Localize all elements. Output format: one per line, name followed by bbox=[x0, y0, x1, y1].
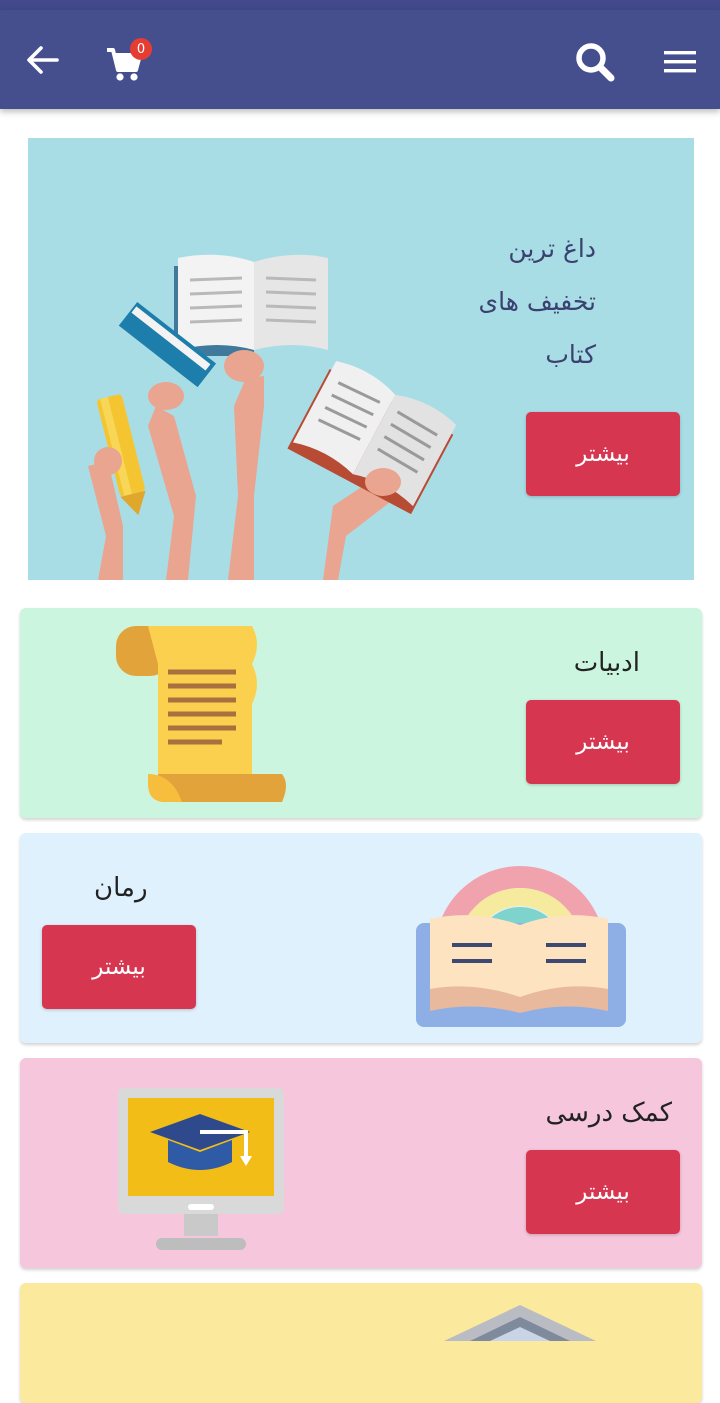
category-more-button[interactable]: بیشتر bbox=[526, 700, 680, 784]
category-card-novel[interactable]: رمان بیشتر bbox=[20, 833, 702, 1043]
cart-button[interactable]: 0 bbox=[100, 36, 152, 86]
search-icon bbox=[576, 43, 615, 82]
category-card-partial[interactable] bbox=[20, 1283, 702, 1403]
house-icon bbox=[444, 1305, 596, 1341]
menu-icon bbox=[664, 51, 696, 73]
cart-count-badge: 0 bbox=[130, 38, 152, 60]
back-button[interactable] bbox=[18, 38, 66, 82]
category-more-button[interactable]: بیشتر bbox=[42, 925, 196, 1009]
hero-more-button[interactable]: بیشتر bbox=[526, 412, 680, 496]
hero-line-3: کتاب bbox=[545, 340, 596, 369]
app-bar: 0 bbox=[0, 10, 720, 109]
category-title: ادبیات bbox=[573, 648, 640, 678]
category-card-literature[interactable]: ادبیات بیشتر bbox=[20, 608, 702, 818]
status-bar bbox=[0, 0, 720, 10]
hero-line-1: داغ ترین bbox=[508, 234, 596, 263]
category-card-study-aid[interactable]: کمک درسی بیشتر bbox=[20, 1058, 702, 1268]
graduation-monitor-icon bbox=[118, 1088, 284, 1250]
scroll-icon bbox=[116, 626, 286, 802]
category-more-button[interactable]: بیشتر bbox=[526, 1150, 680, 1234]
category-title: رمان bbox=[94, 873, 148, 903]
hero-line-2: تخفیف های bbox=[478, 287, 596, 316]
back-arrow-icon bbox=[27, 46, 59, 74]
category-title: کمک درسی bbox=[545, 1098, 672, 1128]
menu-button[interactable] bbox=[656, 40, 704, 84]
hero-banner[interactable]: داغ ترین تخفیف های کتاب بیشتر bbox=[28, 138, 694, 580]
search-button[interactable] bbox=[568, 38, 622, 86]
rainbow-book-icon bbox=[416, 866, 626, 1027]
hero-headline: داغ ترین تخفیف های کتاب bbox=[396, 222, 596, 381]
